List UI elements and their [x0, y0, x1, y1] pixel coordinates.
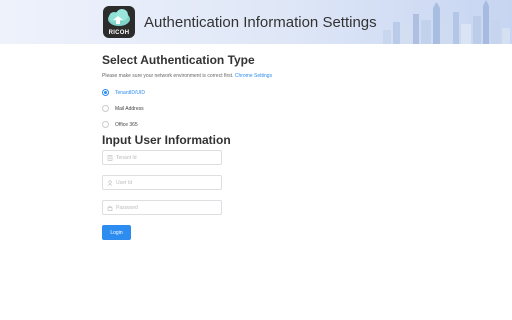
radio-option-tenant[interactable]: TenantID/UID: [102, 89, 145, 96]
network-hint: Please make sure your network environmen…: [102, 73, 402, 79]
chrome-settings-link[interactable]: Chrome Settings: [235, 73, 272, 79]
building-icon: [107, 154, 113, 161]
lock-icon: [107, 205, 113, 211]
auth-type-heading: Select Authentication Type: [102, 53, 255, 67]
radio-option-mail[interactable]: Mail Address: [102, 105, 144, 112]
radio-label: Office 365: [115, 121, 138, 128]
radio-option-office365[interactable]: Office 365: [102, 121, 138, 128]
password-field[interactable]: [102, 200, 222, 215]
login-button[interactable]: Login: [102, 225, 131, 240]
radio-label: Mail Address: [115, 105, 144, 112]
tenant-id-field[interactable]: [102, 150, 222, 165]
radio-label: TenantID/UID: [115, 89, 146, 96]
page-title: Authentication Information Settings: [144, 14, 377, 31]
radio-button[interactable]: [102, 121, 109, 128]
tenant-id-input[interactable]: [116, 154, 216, 161]
app-logo: RICOH: [103, 6, 135, 38]
user-id-input[interactable]: [116, 179, 216, 186]
city-skyline-illustration: [383, 0, 510, 44]
main-content: Select Authentication Type Please make s…: [102, 52, 402, 240]
user-icon: [107, 179, 113, 186]
logo-text: RICOH: [108, 30, 130, 36]
radio-button[interactable]: [102, 105, 109, 112]
hint-text: Please make sure your network environmen…: [102, 73, 234, 79]
header-bar: RICOH Authentication Information Setting…: [0, 0, 512, 44]
user-id-field[interactable]: [102, 175, 222, 190]
radio-button[interactable]: [102, 89, 109, 96]
password-input[interactable]: [116, 204, 216, 211]
user-info-heading: Input User Information: [102, 133, 231, 147]
